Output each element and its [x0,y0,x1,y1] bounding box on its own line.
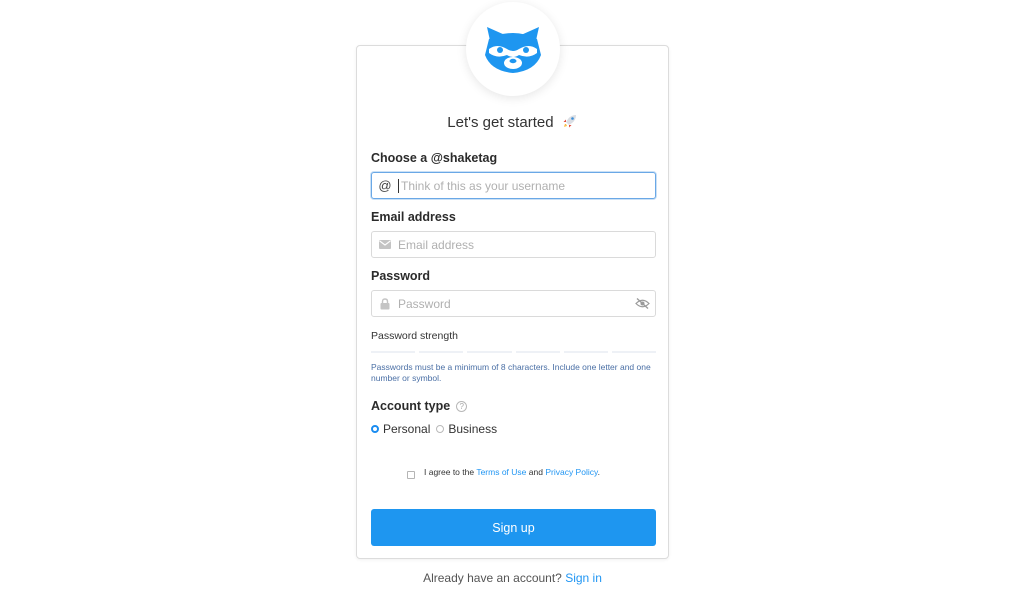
password-strength-label: Password strength [371,330,458,342]
at-prefix: @ [378,178,392,193]
email-label: Email address [371,210,456,224]
account-type-text: Account type [371,399,451,413]
raccoon-logo-icon [485,27,541,73]
strength-segment [419,351,464,353]
signin-prompt-text: Already have an account? [423,571,562,585]
signup-page: Let's get started Choose a @shaketag @ E… [0,0,1024,593]
terms-agreement: I agree to the Terms of Use and Privacy … [407,465,600,479]
agree-prefix: I agree to the [424,467,475,477]
radio-personal[interactable]: Personal [371,422,430,436]
radio-business-label: Business [448,422,498,436]
radio-personal-dot[interactable] [371,425,379,433]
title-text: Let's get started [447,114,554,131]
email-input[interactable] [398,232,655,257]
agree-checkbox[interactable] [407,471,415,479]
radio-personal-label: Personal [383,422,431,436]
sign-in-link[interactable]: Sign in [565,571,602,585]
password-hint: Passwords must be a minimum of 8 charact… [371,362,651,383]
agree-text: I agree to the Terms of Use and Privacy … [424,467,600,477]
password-input[interactable] [398,291,629,316]
strength-segment [467,351,512,353]
question-circle-icon[interactable]: ? [456,400,468,412]
text-caret [398,178,399,193]
rocket-icon [563,115,576,128]
privacy-policy-link[interactable]: Privacy Policy [545,467,597,477]
page-title: Let's get started [356,113,669,131]
account-type-radios: Personal Business [371,422,503,436]
sign-up-button[interactable]: Sign up [371,509,656,546]
account-type-label: Account type ? [371,399,468,413]
password-label: Password [371,269,431,283]
eye-slash-icon[interactable] [629,298,655,309]
lock-icon [372,297,398,310]
radio-business-dot[interactable] [436,425,445,433]
terms-of-use-link[interactable]: Terms of Use [476,467,526,477]
shaketag-input[interactable] [401,173,655,198]
shaketag-field[interactable]: @ [371,172,656,199]
logo-badge [466,2,560,96]
password-field[interactable] [371,290,656,317]
strength-segment [611,351,657,353]
strength-segment [515,351,560,353]
signin-prompt: Already have an account? Sign in [356,571,669,585]
strength-segment [371,351,416,353]
password-strength-meter [371,351,657,353]
agree-and: and [528,467,543,477]
agree-suffix: . [597,467,600,477]
envelope-icon [372,240,398,249]
email-field[interactable] [371,231,656,258]
radio-business[interactable]: Business [436,422,497,436]
shaketag-label: Choose a @shaketag [371,151,498,165]
strength-segment [563,351,608,353]
